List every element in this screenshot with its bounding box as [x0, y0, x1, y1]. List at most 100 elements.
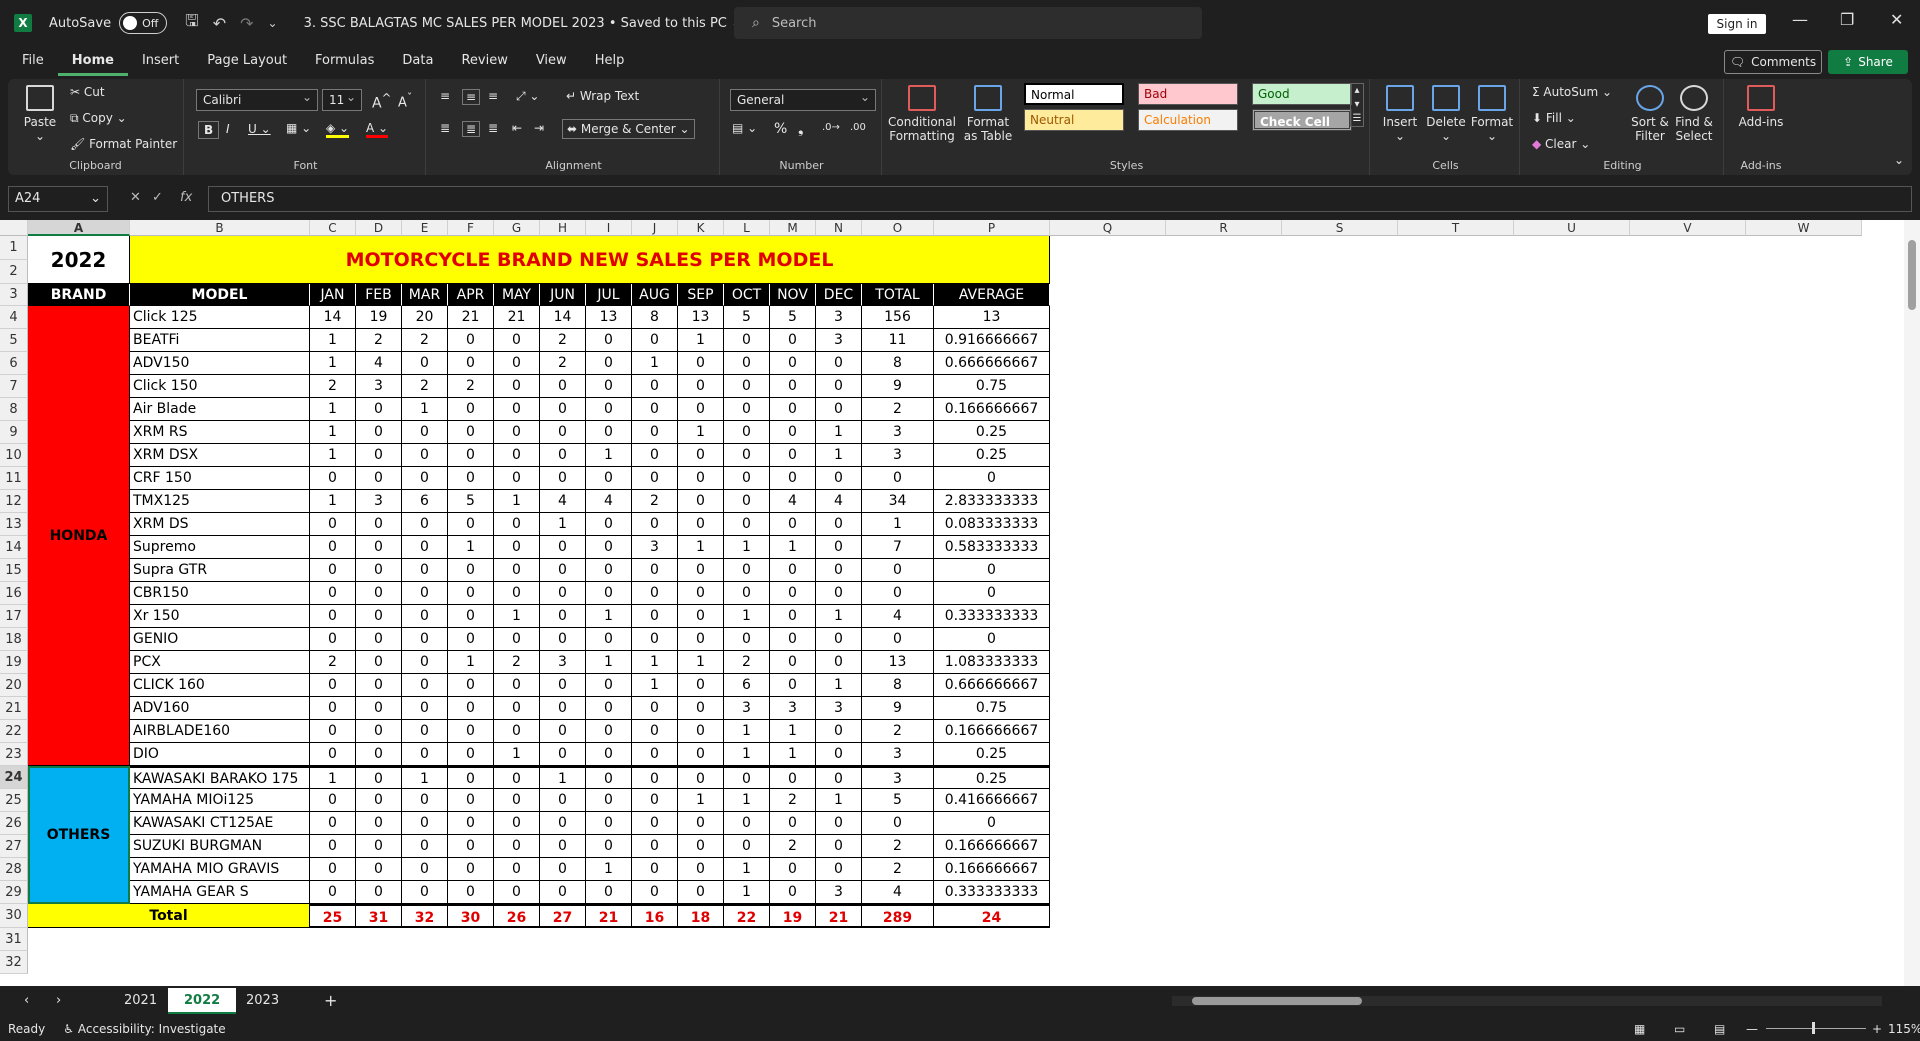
column-header-e[interactable]: E — [402, 220, 448, 236]
value-cell[interactable]: 0.666666667 — [934, 352, 1050, 375]
value-cell[interactable]: 3 — [770, 697, 816, 720]
value-cell[interactable]: 0 — [402, 881, 448, 904]
row-header-17[interactable]: 17 — [0, 605, 28, 628]
value-cell[interactable]: 0 — [586, 467, 632, 490]
delete-cells-button[interactable]: Delete ⌄ — [1424, 85, 1468, 143]
value-cell[interactable]: 4 — [770, 490, 816, 513]
value-cell[interactable]: 0 — [586, 766, 632, 789]
brand-others[interactable]: OTHERS — [28, 766, 130, 904]
value-cell[interactable]: 0 — [356, 398, 402, 421]
borders-icon[interactable]: ▦ ⌄ — [286, 121, 311, 135]
value-cell[interactable]: 2 — [310, 375, 356, 398]
next-sheet-icon[interactable]: › — [50, 988, 67, 1014]
value-cell[interactable]: 0 — [540, 789, 586, 812]
value-cell[interactable]: 0 — [402, 720, 448, 743]
column-header-l[interactable]: L — [724, 220, 770, 236]
value-cell[interactable]: 6 — [402, 490, 448, 513]
sheet-tab-2023[interactable]: 2023 — [230, 988, 295, 1014]
row-header-23[interactable]: 23 — [0, 743, 28, 766]
accounting-icon[interactable]: ▤ ⌄ — [732, 121, 757, 135]
value-cell[interactable]: 0 — [494, 697, 540, 720]
value-cell[interactable]: 0 — [448, 421, 494, 444]
year-cell[interactable]: 2022 — [28, 236, 130, 284]
value-cell[interactable]: 0 — [862, 559, 934, 582]
horizontal-scroll-thumb[interactable] — [1192, 997, 1362, 1005]
model-cell[interactable]: Xr 150 — [130, 605, 310, 628]
value-cell[interactable]: 0 — [448, 743, 494, 766]
value-cell[interactable]: 34 — [862, 490, 934, 513]
model-cell[interactable]: ADV160 — [130, 697, 310, 720]
value-cell[interactable]: 0 — [356, 605, 402, 628]
accessibility-button[interactable]: ♿ Accessibility: Investigate — [63, 1022, 225, 1036]
value-cell[interactable]: 0 — [540, 444, 586, 467]
value-cell[interactable]: 0 — [402, 697, 448, 720]
value-cell[interactable]: 3 — [816, 306, 862, 329]
value-cell[interactable]: 0 — [632, 720, 678, 743]
column-header-t[interactable]: T — [1398, 220, 1514, 236]
header-sep[interactable]: SEP — [678, 284, 724, 306]
sheet-title[interactable]: MOTORCYCLE BRAND NEW SALES PER MODEL — [130, 236, 1050, 284]
value-cell[interactable]: 0 — [724, 329, 770, 352]
value-cell[interactable]: 6 — [724, 674, 770, 697]
value-cell[interactable]: 0 — [402, 513, 448, 536]
header-feb[interactable]: FEB — [356, 284, 402, 306]
value-cell[interactable]: 0 — [310, 720, 356, 743]
decrease-indent-icon[interactable]: ⇤ — [512, 121, 522, 135]
value-cell[interactable]: 0 — [540, 421, 586, 444]
value-cell[interactable]: 0 — [770, 674, 816, 697]
value-cell[interactable]: 0 — [310, 812, 356, 835]
model-cell[interactable]: YAMAHA MIOi125 — [130, 789, 310, 812]
value-cell[interactable]: 2 — [862, 835, 934, 858]
value-cell[interactable]: 0 — [724, 835, 770, 858]
font-size-select[interactable]: 11 — [322, 89, 362, 111]
model-cell[interactable]: PCX — [130, 651, 310, 674]
model-cell[interactable]: AIRBLADE160 — [130, 720, 310, 743]
value-cell[interactable]: 2 — [770, 835, 816, 858]
value-cell[interactable]: 4 — [862, 881, 934, 904]
value-cell[interactable]: 0 — [678, 444, 724, 467]
value-cell[interactable]: 19 — [356, 306, 402, 329]
header-may[interactable]: MAY — [494, 284, 540, 306]
row-header-32[interactable]: 32 — [0, 951, 28, 974]
model-cell[interactable]: Supremo — [130, 536, 310, 559]
value-cell[interactable]: 0 — [448, 789, 494, 812]
value-cell[interactable]: 0 — [770, 559, 816, 582]
value-cell[interactable]: 0 — [356, 720, 402, 743]
value-cell[interactable]: 1 — [448, 536, 494, 559]
value-cell[interactable]: 0 — [632, 582, 678, 605]
value-cell[interactable]: 0 — [678, 628, 724, 651]
value-cell[interactable]: 0 — [540, 398, 586, 421]
value-cell[interactable]: 0 — [540, 858, 586, 881]
value-cell[interactable]: 0 — [586, 789, 632, 812]
formula-cancel-icon[interactable]: ✕ — [130, 190, 141, 205]
value-cell[interactable]: 0 — [862, 812, 934, 835]
value-cell[interactable]: 1 — [678, 651, 724, 674]
value-cell[interactable]: 0 — [310, 582, 356, 605]
value-cell[interactable]: 0 — [356, 674, 402, 697]
zoom-slider-thumb[interactable] — [1812, 1022, 1815, 1034]
document-title[interactable]: 3. SSC BALAGTAS MC SALES PER MODEL 2023 … — [304, 16, 742, 31]
insert-function-icon[interactable]: fx — [180, 190, 192, 205]
column-header-u[interactable]: U — [1514, 220, 1630, 236]
value-cell[interactable]: 5 — [724, 306, 770, 329]
value-cell[interactable]: 0 — [678, 881, 724, 904]
value-cell[interactable]: 0 — [402, 789, 448, 812]
formula-input[interactable]: OTHERS — [208, 186, 1912, 212]
value-cell[interactable]: 1 — [678, 536, 724, 559]
value-cell[interactable]: 0 — [356, 513, 402, 536]
row-header-10[interactable]: 10 — [0, 444, 28, 467]
value-cell[interactable]: 1 — [816, 444, 862, 467]
value-cell[interactable]: 0 — [356, 582, 402, 605]
select-all-corner[interactable] — [0, 220, 28, 236]
paste-button[interactable]: Paste ⌄ — [18, 85, 62, 143]
value-cell[interactable]: 2 — [862, 720, 934, 743]
row-header-15[interactable]: 15 — [0, 559, 28, 582]
value-cell[interactable]: 0 — [934, 467, 1050, 490]
cell-style-calculation[interactable]: Calculation — [1138, 109, 1238, 131]
value-cell[interactable]: 0 — [816, 352, 862, 375]
font-color-icon[interactable]: A ⌄ — [366, 121, 389, 138]
save-icon[interactable]: 🖫 — [185, 10, 199, 37]
value-cell[interactable]: 0 — [310, 697, 356, 720]
value-cell[interactable]: 0 — [632, 789, 678, 812]
value-cell[interactable]: 1 — [494, 605, 540, 628]
